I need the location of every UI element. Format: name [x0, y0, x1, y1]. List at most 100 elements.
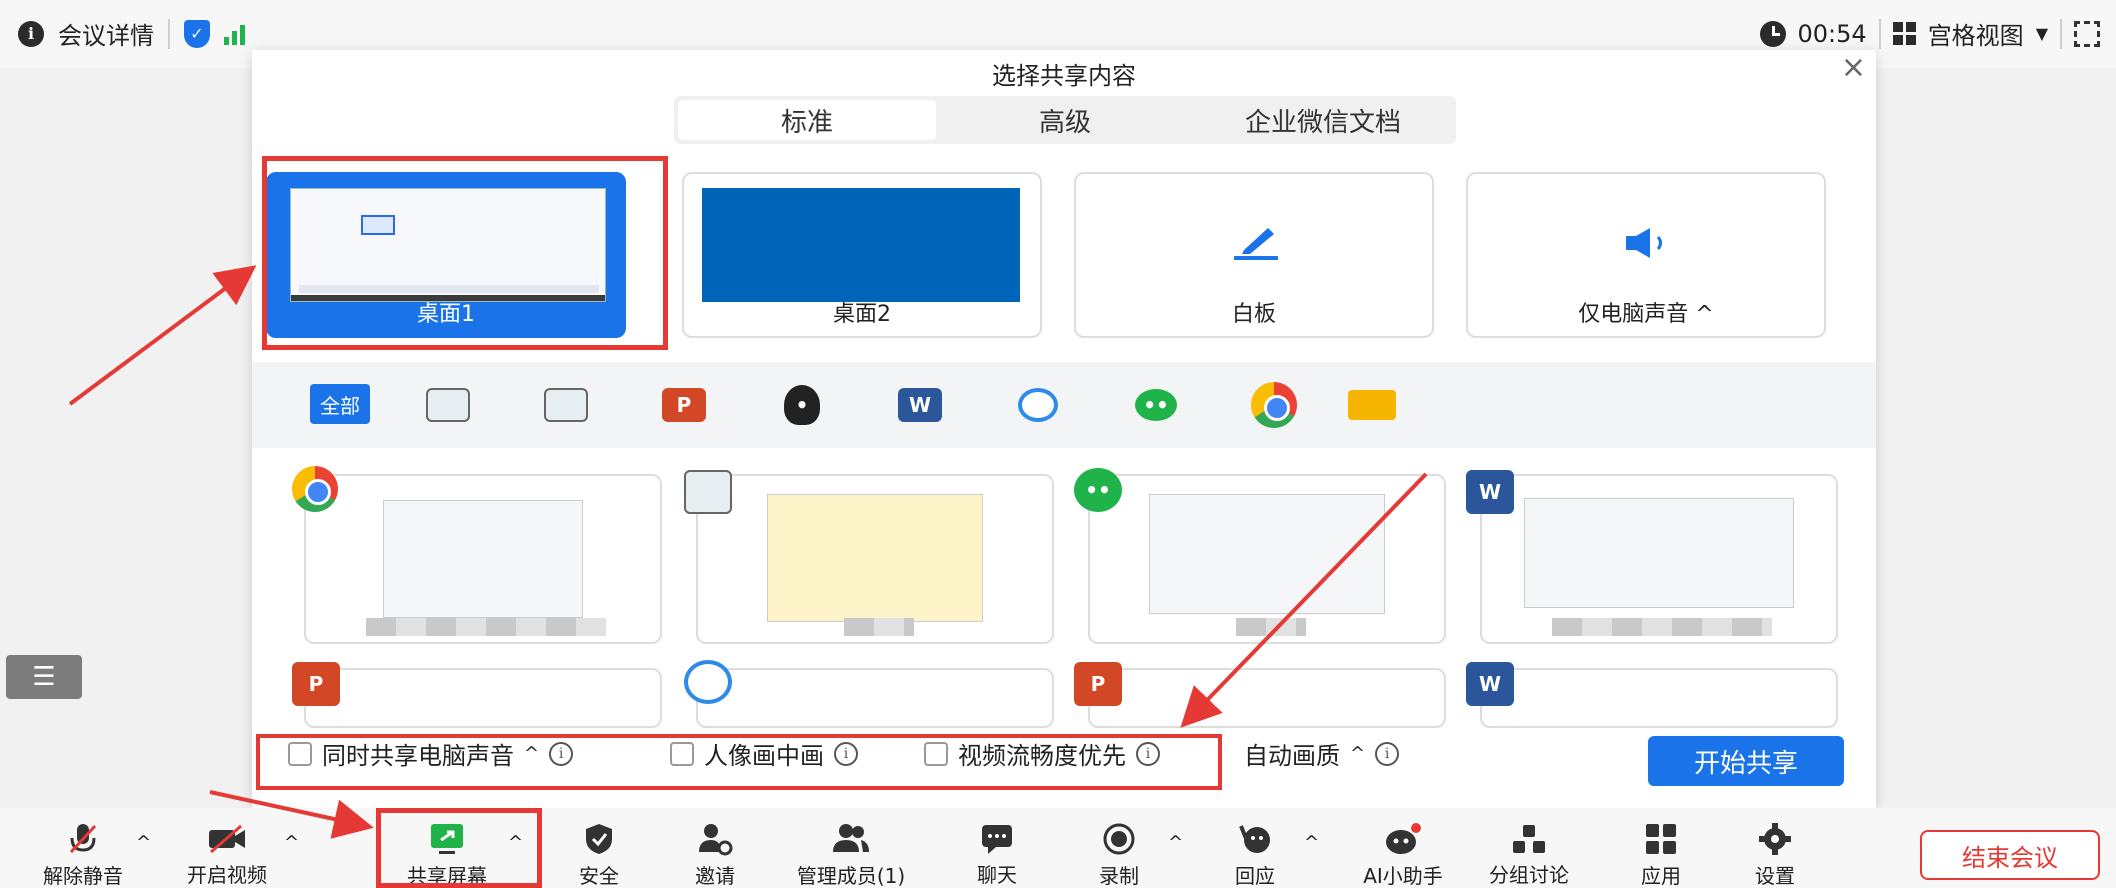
close-icon[interactable]: × [1841, 50, 1866, 85]
caret-down-icon[interactable]: ▼ [2036, 24, 2048, 43]
shield-icon [579, 822, 619, 856]
meeting-timer: 00:54 [1797, 19, 1867, 48]
option-share-sound[interactable]: 同时共享电脑声音 ^ i [288, 736, 574, 771]
breakout-rooms-button[interactable]: 分组讨论 [1474, 808, 1584, 888]
info-icon[interactable]: i [1375, 741, 1400, 766]
tab-standard[interactable]: 标准 [678, 100, 936, 140]
ai-assistant-icon [1383, 822, 1423, 856]
window-card-wecom[interactable] [696, 668, 1054, 728]
qq-icon[interactable]: • [778, 382, 826, 428]
screen-card-desktop2[interactable]: 桌面2 [682, 172, 1042, 338]
toolbar-label: 分组讨论 [1489, 863, 1569, 887]
wechat-icon[interactable]: •• [1132, 382, 1180, 428]
toolbar-label: AI小助手 [1363, 864, 1443, 888]
add-user-icon [695, 822, 735, 856]
chevron-up-icon[interactable]: ^ [508, 832, 523, 853]
window-thumbnail [1524, 498, 1794, 608]
toolbar-label: 设置 [1755, 864, 1795, 888]
grid-view-icon[interactable] [1892, 22, 1916, 45]
window-card-powerpoint[interactable] [304, 668, 662, 728]
window-card-word[interactable] [1480, 668, 1838, 728]
start-share-button[interactable]: 开始共享 [1648, 736, 1844, 786]
screen-card-desktop1[interactable]: 桌面1 [266, 172, 626, 338]
chevron-up-icon[interactable]: ^ [136, 832, 151, 853]
option-label: 视频流畅度优先 [958, 742, 1126, 770]
manage-members-button[interactable]: 管理成员(1) [796, 808, 906, 888]
window-card-wechat[interactable] [1088, 474, 1446, 644]
window-card-word[interactable] [1480, 474, 1838, 644]
tab-wecom-docs[interactable]: 企业微信文档 [1194, 100, 1452, 140]
powerpoint-icon: P [292, 662, 340, 706]
option-label: 人像画中画 [704, 742, 824, 770]
meeting-details-link[interactable]: 会议详情 [58, 16, 154, 51]
chevron-up-icon[interactable]: ^ [1168, 832, 1183, 853]
window-icon [684, 470, 732, 514]
record-icon [1099, 822, 1139, 856]
topbar-left: i 会议详情 ✓ [18, 16, 245, 51]
shield-icon[interactable]: ✓ [184, 19, 210, 48]
view-mode-dropdown[interactable]: 宫格视图 [1928, 16, 2024, 51]
end-meeting-button[interactable]: 结束会议 [1920, 830, 2100, 880]
window-icon[interactable] [542, 382, 590, 428]
chevron-up-icon[interactable]: ^ [524, 743, 539, 764]
info-icon[interactable]: i [549, 741, 574, 766]
checkbox[interactable] [288, 741, 312, 766]
chrome-icon[interactable] [1250, 382, 1298, 428]
desktop1-thumbnail [290, 188, 606, 302]
security-button[interactable]: 安全 [544, 808, 654, 888]
window-thumbnail [1149, 494, 1385, 614]
fullscreen-icon[interactable] [2074, 20, 2100, 47]
apps-icon [1641, 822, 1681, 856]
toolbar-label: 共享屏幕 [407, 864, 487, 888]
info-icon[interactable]: i [1136, 741, 1160, 766]
toolbar-label: 开启视频 [187, 863, 267, 887]
screen-card-label: 桌面1 [417, 302, 475, 327]
window-title-redacted [844, 618, 914, 636]
chevron-up-icon[interactable]: ^ [1350, 743, 1365, 764]
share-screen-button[interactable]: 共享屏幕 [392, 808, 502, 888]
filter-all-button[interactable]: 全部 [310, 384, 370, 424]
wecom-icon[interactable] [1014, 382, 1062, 428]
screen-card-whiteboard[interactable]: 白板 [1074, 172, 1434, 338]
topbar-right: 00:54 宫格视图 ▼ [1759, 16, 2100, 51]
screen-card-label: 仅电脑声音 ^ [1578, 302, 1714, 327]
invite-button[interactable]: 邀请 [660, 808, 770, 888]
screen-card-label: 桌面2 [833, 302, 891, 327]
window-card-powerpoint[interactable] [1088, 668, 1446, 728]
share-options-bar: 同时共享电脑声音 ^ i 人像画中画 i 视频流畅度优先 i 自动画质 ^ i … [252, 728, 1876, 800]
ai-assistant-button[interactable]: AI小助手 [1348, 808, 1458, 888]
settings-button[interactable]: 设置 [1720, 808, 1830, 888]
powerpoint-icon[interactable]: P [660, 382, 708, 428]
option-smooth-video[interactable]: 视频流畅度优先 i [924, 736, 1160, 771]
folder-icon[interactable] [1348, 382, 1396, 428]
reaction-icon [1235, 822, 1275, 856]
chevron-up-icon[interactable]: ^ [1304, 832, 1319, 853]
record-button[interactable]: 录制 [1064, 808, 1174, 888]
signal-icon[interactable] [224, 23, 245, 45]
window-card-chrome[interactable] [304, 474, 662, 644]
info-icon[interactable]: i [834, 741, 858, 766]
checkbox[interactable] [924, 741, 948, 766]
powerpoint-icon: P [1074, 662, 1122, 706]
window-card-notepad[interactable] [696, 474, 1054, 644]
tab-advanced[interactable]: 高级 [936, 100, 1194, 140]
clock-icon [1759, 20, 1786, 47]
option-picture-in-picture[interactable]: 人像画中画 i [670, 736, 858, 771]
pen-icon [1234, 228, 1278, 260]
unmute-button[interactable]: 解除静音 [28, 808, 138, 888]
window-icon[interactable] [424, 382, 472, 428]
reaction-button[interactable]: 回应 [1200, 808, 1310, 888]
breakout-icon [1509, 822, 1549, 855]
wechat-icon: •• [1074, 468, 1122, 512]
start-video-button[interactable]: 开启视频 [172, 808, 282, 888]
apps-button[interactable]: 应用 [1606, 808, 1716, 888]
chevron-up-icon[interactable]: ^ [284, 832, 299, 853]
screen-card-computer-audio[interactable]: 仅电脑声音 ^ [1466, 172, 1826, 338]
list-menu-button[interactable]: ☰ [6, 655, 82, 699]
info-icon[interactable]: i [18, 20, 44, 47]
chat-button[interactable]: 聊天 [942, 808, 1052, 888]
word-icon[interactable]: W [896, 382, 944, 428]
gear-icon [1755, 822, 1795, 856]
option-auto-quality[interactable]: 自动画质 ^ i [1244, 736, 1400, 771]
checkbox[interactable] [670, 741, 694, 766]
